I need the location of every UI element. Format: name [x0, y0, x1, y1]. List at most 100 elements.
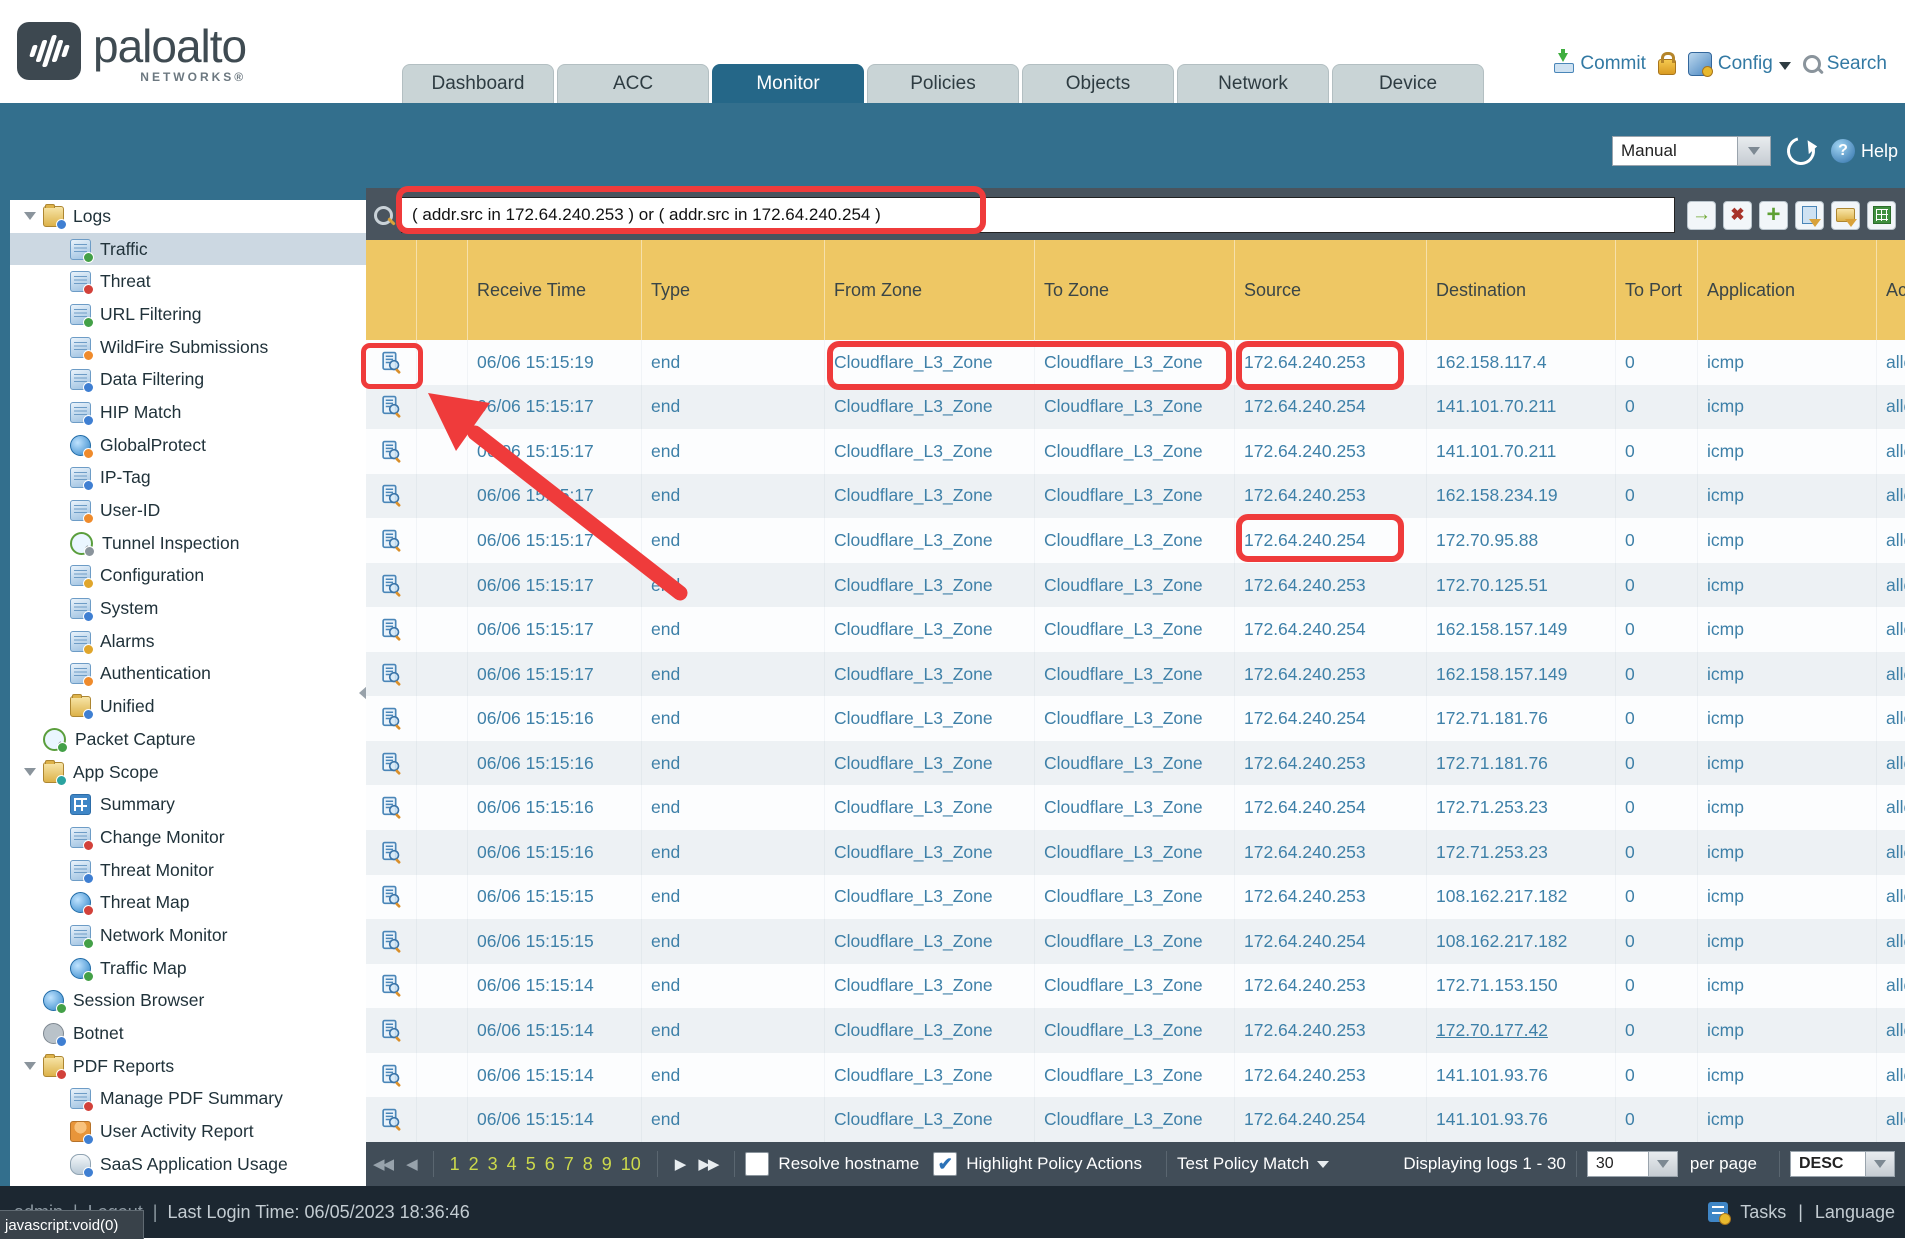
- column-header-receive-time[interactable]: Receive Time: [468, 240, 642, 340]
- log-detail-icon[interactable]: [366, 518, 417, 563]
- refresh-mode-select[interactable]: Manual: [1612, 136, 1771, 166]
- page-number-6[interactable]: 6: [545, 1154, 555, 1175]
- sidebar-item-user-id[interactable]: User-ID: [10, 494, 366, 527]
- refresh-mode-dropdown-button[interactable]: [1738, 136, 1771, 166]
- log-row[interactable]: 06/06 15:15:14endCloudflare_L3_ZoneCloud…: [366, 1053, 1905, 1098]
- log-row[interactable]: 06/06 15:15:17endCloudflare_L3_ZoneCloud…: [366, 429, 1905, 474]
- tab-monitor[interactable]: Monitor: [712, 64, 864, 103]
- log-detail-icon[interactable]: [366, 964, 417, 1009]
- log-row[interactable]: 06/06 15:15:19endCloudflare_L3_ZoneCloud…: [366, 340, 1905, 385]
- resolve-hostname-checkbox[interactable]: [745, 1152, 769, 1176]
- log-row[interactable]: 06/06 15:15:17endCloudflare_L3_ZoneCloud…: [366, 474, 1905, 519]
- column-header-to-port[interactable]: To Port: [1616, 240, 1698, 340]
- log-row[interactable]: 06/06 15:15:17endCloudflare_L3_ZoneCloud…: [366, 607, 1905, 652]
- sidebar-item-logs[interactable]: Logs: [10, 200, 366, 233]
- sidebar-item-pdf-reports[interactable]: PDF Reports: [10, 1050, 366, 1083]
- per-page-dropdown-button[interactable]: [1649, 1151, 1678, 1177]
- log-row[interactable]: 06/06 15:15:14endCloudflare_L3_ZoneCloud…: [366, 964, 1905, 1009]
- log-detail-icon[interactable]: [366, 340, 417, 385]
- column-header-application[interactable]: Application: [1698, 240, 1877, 340]
- page-number-2[interactable]: 2: [469, 1154, 479, 1175]
- first-page-button[interactable]: ◀◀: [373, 1155, 392, 1173]
- tab-device[interactable]: Device: [1332, 64, 1484, 103]
- log-detail-icon[interactable]: [366, 429, 417, 474]
- log-row[interactable]: 06/06 15:15:16endCloudflare_L3_ZoneCloud…: [366, 696, 1905, 741]
- log-row[interactable]: 06/06 15:15:16endCloudflare_L3_ZoneCloud…: [366, 785, 1905, 830]
- sidebar-item-wildfire-submissions[interactable]: WildFire Submissions: [10, 331, 366, 364]
- search-button[interactable]: Search: [1803, 53, 1887, 75]
- sidebar-item-configuration[interactable]: Configuration: [10, 560, 366, 593]
- per-page-select[interactable]: 30: [1587, 1151, 1678, 1177]
- log-detail-icon[interactable]: [366, 919, 417, 964]
- log-row[interactable]: 06/06 15:15:16endCloudflare_L3_ZoneCloud…: [366, 741, 1905, 786]
- clear-filter-button[interactable]: ✖: [1723, 201, 1752, 230]
- sidebar-item-threat-map[interactable]: Threat Map: [10, 886, 366, 919]
- sidebar-item-system[interactable]: System: [10, 592, 366, 625]
- log-detail-icon[interactable]: [366, 1008, 417, 1053]
- page-number-7[interactable]: 7: [564, 1154, 574, 1175]
- sidebar-item-ip-tag[interactable]: IP-Tag: [10, 462, 366, 495]
- last-page-button[interactable]: ▶▶: [698, 1155, 717, 1173]
- log-filter-input[interactable]: [401, 197, 1675, 233]
- column-header-type[interactable]: Type: [642, 240, 825, 340]
- log-detail-icon[interactable]: [366, 875, 417, 920]
- sidebar-item-threat-monitor[interactable]: Threat Monitor: [10, 854, 366, 887]
- sidebar-item-saas-application-usage[interactable]: SaaS Application Usage: [10, 1148, 366, 1181]
- page-number-3[interactable]: 3: [488, 1154, 498, 1175]
- tree-expander-icon[interactable]: [24, 1062, 36, 1070]
- tab-acc[interactable]: ACC: [557, 64, 709, 103]
- page-number-5[interactable]: 5: [526, 1154, 536, 1175]
- column-header-from-zone[interactable]: From Zone: [825, 240, 1035, 340]
- refresh-icon[interactable]: [1782, 132, 1820, 170]
- sidebar-item-authentication[interactable]: Authentication: [10, 658, 366, 691]
- help-icon[interactable]: ?: [1831, 139, 1855, 163]
- log-detail-icon[interactable]: [366, 696, 417, 741]
- sidebar-item-user-activity-report[interactable]: User Activity Report: [10, 1115, 366, 1148]
- sidebar-item-alarms[interactable]: Alarms: [10, 625, 366, 658]
- log-row[interactable]: 06/06 15:15:14endCloudflare_L3_ZoneCloud…: [366, 1008, 1905, 1053]
- tasks-button[interactable]: Tasks: [1740, 1202, 1786, 1223]
- column-header-destination[interactable]: Destination: [1427, 240, 1616, 340]
- log-row[interactable]: 06/06 15:15:17endCloudflare_L3_ZoneCloud…: [366, 385, 1905, 430]
- sidebar-item-url-filtering[interactable]: URL Filtering: [10, 298, 366, 331]
- next-page-button[interactable]: ▶: [675, 1155, 685, 1173]
- sidebar-item-app-scope[interactable]: App Scope: [10, 756, 366, 789]
- sidebar-item-manage-pdf-summary[interactable]: Manage PDF Summary: [10, 1083, 366, 1116]
- export-logs-button[interactable]: [1867, 201, 1896, 230]
- apply-filter-button[interactable]: →: [1687, 201, 1716, 230]
- add-filter-button[interactable]: +: [1759, 201, 1788, 230]
- page-number-1[interactable]: 1: [450, 1154, 460, 1175]
- log-detail-icon[interactable]: [366, 830, 417, 875]
- tab-policies[interactable]: Policies: [867, 64, 1019, 103]
- column-header-source[interactable]: Source: [1235, 240, 1427, 340]
- sort-order-select[interactable]: DESC: [1790, 1151, 1895, 1177]
- log-row[interactable]: 06/06 15:15:17endCloudflare_L3_ZoneCloud…: [366, 563, 1905, 608]
- log-row[interactable]: 06/06 15:15:17endCloudflare_L3_ZoneCloud…: [366, 518, 1905, 563]
- log-detail-icon[interactable]: [366, 741, 417, 786]
- log-detail-icon[interactable]: [366, 785, 417, 830]
- sidebar-item-data-filtering[interactable]: Data Filtering: [10, 363, 366, 396]
- log-detail-icon[interactable]: [366, 1053, 417, 1098]
- sidebar-item-session-browser[interactable]: Session Browser: [10, 985, 366, 1018]
- log-detail-icon[interactable]: [366, 385, 417, 430]
- column-header-to-zone[interactable]: To Zone: [1035, 240, 1235, 340]
- log-row[interactable]: 06/06 15:15:15endCloudflare_L3_ZoneCloud…: [366, 875, 1905, 920]
- load-filter-button[interactable]: [1831, 201, 1860, 230]
- sidebar-item-network-monitor[interactable]: Network Monitor: [10, 919, 366, 952]
- commit-button[interactable]: Commit: [1552, 53, 1645, 75]
- language-button[interactable]: Language: [1815, 1202, 1895, 1223]
- sidebar-item-traffic[interactable]: Traffic: [10, 233, 366, 266]
- page-number-8[interactable]: 8: [583, 1154, 593, 1175]
- tab-network[interactable]: Network: [1177, 64, 1329, 103]
- log-row[interactable]: 06/06 15:15:17endCloudflare_L3_ZoneCloud…: [366, 652, 1905, 697]
- highlight-policy-checkbox[interactable]: ✔: [933, 1152, 957, 1176]
- log-row[interactable]: 06/06 15:15:16endCloudflare_L3_ZoneCloud…: [366, 830, 1905, 875]
- lock-icon[interactable]: [1658, 59, 1676, 75]
- sidebar-item-traffic-map[interactable]: Traffic Map: [10, 952, 366, 985]
- column-header-action[interactable]: Action: [1877, 240, 1905, 340]
- filter-builder-button[interactable]: [1795, 201, 1824, 230]
- log-detail-icon[interactable]: [366, 563, 417, 608]
- sidebar-item-tunnel-inspection[interactable]: Tunnel Inspection: [10, 527, 366, 560]
- page-number-4[interactable]: 4: [507, 1154, 517, 1175]
- sidebar-item-globalprotect[interactable]: GlobalProtect: [10, 429, 366, 462]
